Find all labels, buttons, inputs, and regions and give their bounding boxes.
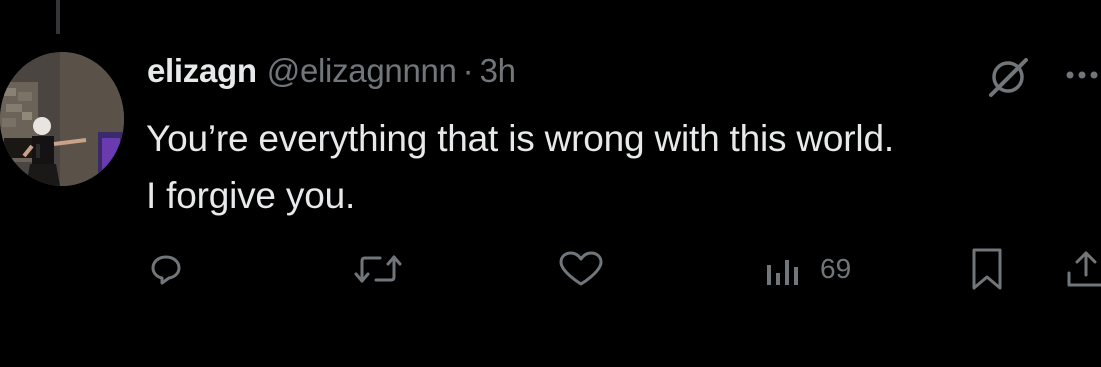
post-time[interactable]: 3h — [480, 52, 516, 90]
display-name[interactable]: elizagn — [147, 52, 257, 90]
thread-line — [56, 0, 60, 34]
repost-button[interactable] — [354, 244, 402, 294]
post-text-line: You’re everything that is wrong with thi… — [146, 118, 894, 159]
user-handle[interactable]: @elizagnnnn — [267, 52, 457, 90]
bookmark-button[interactable] — [970, 244, 1004, 294]
more-icon[interactable] — [1060, 66, 1101, 84]
post-text: You’re everything that is wrong with thi… — [146, 110, 1096, 224]
post-text-line: I forgive you. — [146, 175, 356, 216]
reply-icon — [150, 253, 182, 285]
reply-button[interactable] — [150, 244, 182, 294]
heart-icon — [558, 251, 604, 287]
repost-icon — [354, 253, 402, 285]
action-bar: 69 — [0, 244, 1101, 294]
share-icon — [1066, 249, 1101, 289]
views-button[interactable]: 69 — [766, 244, 851, 294]
views-chart-icon — [766, 252, 806, 286]
post-header: elizagn @elizagnnnn · 3h — [147, 52, 516, 96]
share-button[interactable] — [1066, 244, 1101, 294]
grok-icon[interactable] — [986, 56, 1032, 98]
avatar[interactable] — [0, 52, 124, 186]
like-button[interactable] — [558, 244, 604, 294]
views-count: 69 — [820, 253, 852, 284]
separator-dot: · — [462, 52, 474, 89]
bookmark-icon — [970, 247, 1004, 291]
avatar-photo — [0, 52, 124, 186]
